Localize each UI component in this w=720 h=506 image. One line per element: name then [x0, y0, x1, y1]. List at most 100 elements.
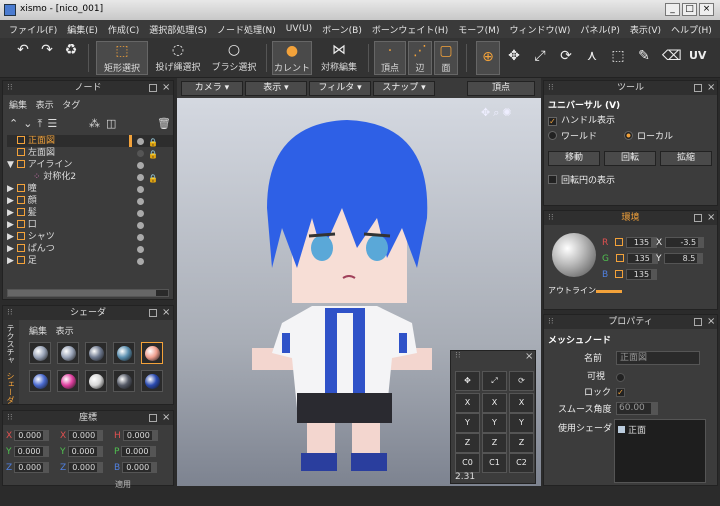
node-item-mouth[interactable]: ▶ 口	[7, 219, 173, 231]
grid-button-y[interactable]: Y	[509, 413, 534, 433]
face-mode-button[interactable]: ▢ 面	[434, 41, 458, 75]
visible-toggle[interactable]	[616, 373, 625, 382]
menu-selection[interactable]: 選択部処理(S)	[144, 23, 212, 36]
shader-list-item[interactable]: 正面	[618, 423, 646, 436]
tab-shader[interactable]: シェーダ	[5, 372, 16, 404]
lasso-select-button[interactable]: ◌ 投げ縄選択	[152, 41, 204, 75]
shader-ball[interactable]	[85, 370, 107, 392]
group-icon[interactable]: ⁂	[89, 117, 106, 130]
grid-button-z[interactable]: Z	[455, 433, 480, 453]
view-nav-icons[interactable]: ✥⌕✺	[481, 106, 515, 120]
uv-button[interactable]: UV	[684, 41, 710, 75]
coord-field[interactable]: X 0.000	[6, 430, 50, 442]
node-scrollbar[interactable]	[7, 289, 169, 297]
menu-bone-weight[interactable]: ボーンウェイト(H)	[367, 23, 453, 36]
scale-tool-button[interactable]: ⤢	[528, 41, 552, 75]
close-icon[interactable]: ×	[162, 81, 170, 95]
menu-create[interactable]: 作成(C)	[103, 23, 144, 36]
pencil-tool-button[interactable]: ✎	[632, 41, 656, 75]
scale-button[interactable]: 拡縮	[660, 151, 712, 166]
filter-dropdown[interactable]: フィルタ ▾	[309, 81, 371, 96]
minimize-button[interactable]: _	[665, 3, 680, 16]
menu-file[interactable]: ファイル(F)	[4, 23, 62, 36]
float-icon[interactable]	[694, 84, 702, 92]
menu-morph[interactable]: モーフ(M)	[453, 23, 504, 36]
menu-view[interactable]: 表示(V)	[625, 23, 666, 36]
move-tool-button[interactable]: ✥	[502, 41, 526, 75]
grid-button-c1[interactable]: C1	[482, 453, 507, 473]
rotate-icon[interactable]: ⟳	[509, 371, 534, 391]
shader-ball[interactable]	[57, 342, 79, 364]
float-icon[interactable]	[149, 414, 157, 422]
node-item-hair[interactable]: ▶ 髪	[7, 207, 173, 219]
show-rotation-circle-checkbox[interactable]: 回転円の表示	[548, 175, 615, 187]
redo-button[interactable]: ↷	[36, 41, 58, 75]
shader-ball[interactable]	[29, 370, 51, 392]
x-value[interactable]: -3.5	[665, 237, 700, 248]
move-icon[interactable]: ✥	[455, 371, 480, 391]
snap-dropdown[interactable]: スナップ ▾	[373, 81, 435, 96]
y-value[interactable]: 8.5	[664, 253, 699, 264]
float-icon[interactable]	[149, 309, 157, 317]
float-icon[interactable]	[694, 318, 702, 326]
expand-icon[interactable]: ⤒	[37, 117, 47, 130]
close-icon[interactable]: ×	[707, 81, 715, 95]
shader-menu-edit[interactable]: 編集	[29, 327, 47, 337]
g-value[interactable]: 135	[626, 253, 653, 264]
coord-field[interactable]: Y 0.000	[6, 446, 49, 458]
viewport-3d[interactable]: カメラ ▾ 表示 ▾ フィルタ ▾ スナップ ▾ 頂点 ✥⌕✺ ⁝⁝ × ✥ ⤢…	[177, 78, 541, 486]
smooth-angle-field[interactable]: 60.00	[616, 402, 652, 415]
move-button[interactable]: 移動	[548, 151, 600, 166]
close-icon[interactable]: ×	[707, 315, 715, 329]
edge-mode-button[interactable]: ⋰ 辺	[408, 41, 432, 75]
shader-ball[interactable]	[113, 370, 135, 392]
world-radio[interactable]: ワールド	[548, 131, 597, 143]
eraser-tool-button[interactable]: ⌫	[658, 41, 682, 75]
lock-checkbox[interactable]: ✓	[616, 388, 625, 397]
undo-button[interactable]: ↶	[12, 41, 34, 75]
vertex-mode-dropdown[interactable]: 頂点	[467, 81, 535, 96]
shader-ball[interactable]	[29, 342, 51, 364]
close-icon[interactable]: ×	[707, 211, 715, 225]
menu-uv[interactable]: UV(U)	[281, 24, 317, 34]
tab-texture[interactable]: テクスチャ	[5, 324, 16, 364]
node-item-eye[interactable]: ▶ 瞳	[7, 183, 173, 195]
light-sphere[interactable]	[552, 233, 596, 277]
node-item-left[interactable]: 左面図 🔒	[7, 147, 173, 159]
node-menu-view[interactable]: 表示	[36, 101, 54, 111]
grid-button-y[interactable]: Y	[455, 413, 480, 433]
shader-ball[interactable]	[57, 370, 79, 392]
node-item-feet[interactable]: ▶ 足	[7, 255, 173, 267]
move-down-icon[interactable]: ⌄	[23, 117, 37, 130]
menu-window[interactable]: ウィンドウ(W)	[504, 23, 575, 36]
cube-icon[interactable]: ◫	[106, 117, 122, 130]
scale-icon[interactable]: ⤢	[482, 371, 507, 391]
menu-help[interactable]: ヘルプ(H)	[666, 23, 717, 36]
shader-ball[interactable]	[141, 342, 163, 364]
globe-button[interactable]: ⊕	[476, 41, 500, 75]
apply-button[interactable]: 適用	[115, 479, 131, 490]
rect-select-button[interactable]: ⬚ 矩形選択	[96, 41, 148, 75]
vertex-mode-button[interactable]: · 頂点	[374, 41, 406, 75]
close-icon[interactable]: ×	[162, 306, 170, 320]
coord-field[interactable]: Y 0.000	[60, 446, 103, 458]
grid-button-c0[interactable]: C0	[455, 453, 480, 473]
coord-field[interactable]: P 0.000	[114, 446, 157, 458]
b-value[interactable]: 135	[626, 269, 653, 280]
grid-button-c2[interactable]: C2	[509, 453, 534, 473]
cursor-button[interactable]: ● カレント	[272, 41, 312, 75]
maximize-button[interactable]: □	[682, 3, 697, 16]
menu-node[interactable]: ノード処理(N)	[212, 23, 281, 36]
node-item-face[interactable]: ▶ 顔	[7, 195, 173, 207]
display-dropdown[interactable]: 表示 ▾	[245, 81, 307, 96]
camera-dropdown[interactable]: カメラ ▾	[181, 81, 243, 96]
grid-button-y[interactable]: Y	[482, 413, 507, 433]
node-item-symmetry[interactable]: ⁘ 対称化2 🔒	[7, 171, 173, 183]
name-field[interactable]: 正面図	[616, 351, 700, 365]
shader-ball[interactable]	[85, 342, 107, 364]
rotate-tool-button[interactable]: ⟳	[554, 41, 578, 75]
coord-field[interactable]: H 0.000	[114, 430, 158, 442]
move-up-icon[interactable]: ⌃	[9, 117, 23, 130]
coord-field[interactable]: Z 0.000	[6, 462, 50, 474]
coord-field[interactable]: B 0.000	[114, 462, 158, 474]
